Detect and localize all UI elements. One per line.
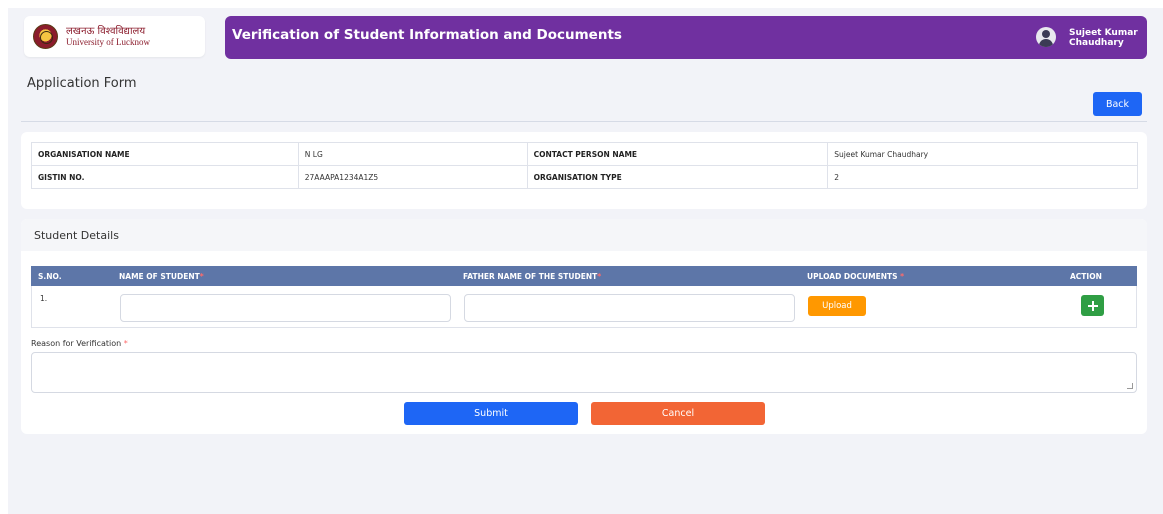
header-bar: Verification of Student Information and … <box>225 16 1147 59</box>
upload-button[interactable]: Upload <box>808 296 866 316</box>
user-avatar-icon[interactable] <box>1036 27 1056 47</box>
org-name-label: ORGANISATION NAME <box>31 142 299 166</box>
col-action-label: ACTION <box>1070 272 1102 281</box>
user-name[interactable]: Sujeet Kumar Chaudhary <box>1069 28 1139 48</box>
col-father-name-label: FATHER NAME OF THE STUDENT <box>463 272 598 281</box>
student-table-header: S.NO. NAME OF STUDENT* FATHER NAME OF TH… <box>31 266 1137 286</box>
contact-person-label: CONTACT PERSON NAME <box>526 142 829 166</box>
father-name-input[interactable] <box>464 294 795 322</box>
logo-hindi-name: लखनऊ विश्वविद्यालय <box>66 25 146 37</box>
gstin-label: GISTIN NO. <box>31 165 299 189</box>
col-student-name-label: NAME OF STUDENT <box>119 272 200 281</box>
logo-text: लखनऊ विश्वविद्यालय University of Lucknow <box>66 25 150 47</box>
divider <box>21 121 1147 122</box>
header-title: Verification of Student Information and … <box>232 27 622 43</box>
org-type-value: 2 <box>827 165 1138 189</box>
required-mark: * <box>597 272 602 281</box>
page-title: Application Form <box>27 76 137 91</box>
col-sno-label: S.NO. <box>38 272 62 281</box>
student-details-title: Student Details <box>34 229 119 242</box>
organisation-card: ORGANISATION NAME N LG CONTACT PERSON NA… <box>21 132 1147 209</box>
student-name-input[interactable] <box>120 294 451 322</box>
required-mark: * <box>123 339 128 348</box>
reason-label: Reason for Verification * <box>31 339 128 348</box>
submit-button[interactable]: Submit <box>404 402 578 425</box>
resize-handle-icon[interactable] <box>1127 383 1133 389</box>
org-name-value: N LG <box>297 142 528 166</box>
col-father-name: FATHER NAME OF THE STUDENT* <box>463 272 601 281</box>
organisation-table: ORGANISATION NAME N LG CONTACT PERSON NA… <box>31 142 1138 189</box>
col-student-name: NAME OF STUDENT* <box>119 272 204 281</box>
plus-icon <box>1087 300 1098 311</box>
back-button[interactable]: Back <box>1093 92 1142 116</box>
org-type-label: ORGANISATION TYPE <box>526 165 829 189</box>
add-row-button[interactable] <box>1081 295 1104 316</box>
cancel-button[interactable]: Cancel <box>591 402 765 425</box>
university-logo[interactable]: लखनऊ विश्वविद्यालय University of Lucknow <box>24 16 205 57</box>
required-mark: * <box>900 272 905 281</box>
table-row: GISTIN NO. 27AAAPA1234A1Z5 ORGANISATION … <box>31 165 1138 189</box>
col-upload-label: UPLOAD DOCUMENTS <box>807 272 898 281</box>
table-row: 1. Upload <box>31 286 1137 328</box>
logo-english-name: University of Lucknow <box>66 36 150 47</box>
contact-person-value: Sujeet Kumar Chaudhary <box>827 142 1138 166</box>
student-details-header: Student Details <box>21 219 1147 251</box>
col-action: ACTION <box>1070 272 1102 281</box>
reason-textarea[interactable] <box>31 352 1137 393</box>
required-mark: * <box>199 272 204 281</box>
student-details-card: Student Details S.NO. NAME OF STUDENT* F… <box>21 219 1147 434</box>
row-sno: 1. <box>40 294 48 303</box>
col-sno: S.NO. <box>38 272 62 281</box>
col-upload: UPLOAD DOCUMENTS * <box>807 272 904 281</box>
table-row: ORGANISATION NAME N LG CONTACT PERSON NA… <box>31 142 1138 166</box>
university-seal-icon <box>33 24 58 49</box>
gstin-value: 27AAAPA1234A1Z5 <box>297 165 528 189</box>
reason-label-text: Reason for Verification <box>31 339 122 348</box>
